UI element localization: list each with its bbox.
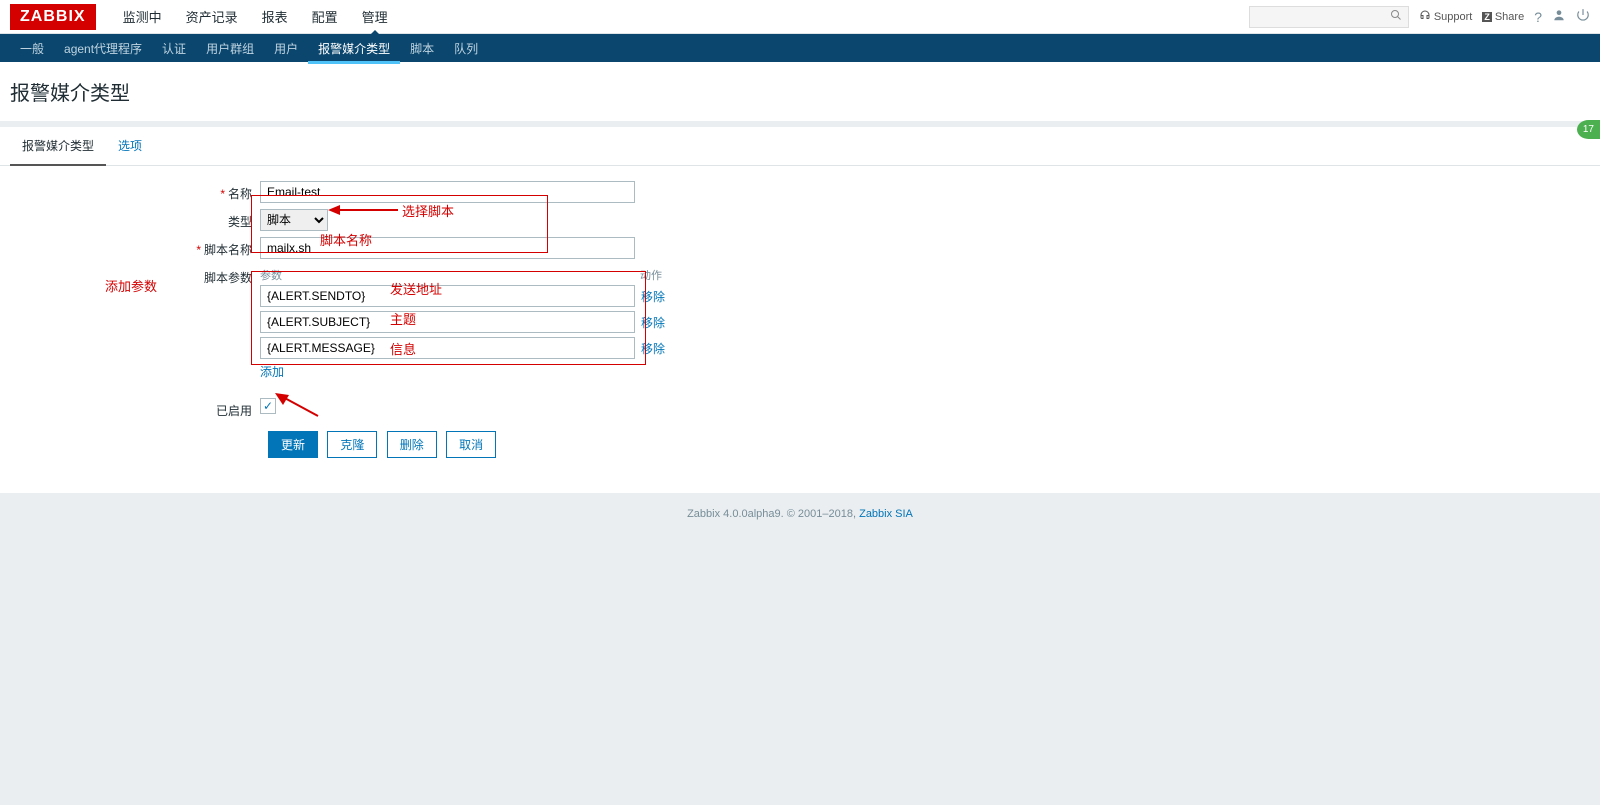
topbar: ZABBIX 监测中 资产记录 报表 配置 管理 Support Z Share… xyxy=(0,0,1600,34)
power-icon[interactable] xyxy=(1576,8,1590,25)
param-row: 移除 xyxy=(260,337,670,359)
content: 报警媒介类型 选项 选择脚本 脚本名称 添加参数 发送地址 主题 信息 *名称 … xyxy=(0,127,1600,493)
scriptname-input[interactable] xyxy=(260,237,635,259)
cancel-button[interactable]: 取消 xyxy=(446,431,496,458)
param-input-2[interactable] xyxy=(260,337,635,359)
params-head-param: 参数 xyxy=(260,267,640,283)
param-input-0[interactable] xyxy=(260,285,635,307)
remove-link-2[interactable]: 移除 xyxy=(641,340,665,357)
form-area: 选择脚本 脚本名称 添加参数 发送地址 主题 信息 *名称 类型 脚本 *脚本名… xyxy=(0,166,1600,473)
params-table: 参数 动作 移除 移除 移除 添加 xyxy=(260,265,670,380)
remove-link-0[interactable]: 移除 xyxy=(641,288,665,305)
row-enabled: 已启用 ✓ xyxy=(10,398,1590,419)
params-head: 参数 动作 xyxy=(260,265,670,285)
float-badge[interactable]: 17 xyxy=(1577,120,1600,139)
label-name: *名称 xyxy=(10,181,260,202)
add-param-link[interactable]: 添加 xyxy=(260,365,284,379)
subnav-proxies[interactable]: agent代理程序 xyxy=(54,33,152,64)
main-nav: 监测中 资产记录 报表 配置 管理 xyxy=(111,0,400,35)
nav-monitoring[interactable]: 监测中 xyxy=(111,0,174,35)
share-link[interactable]: Z Share xyxy=(1482,11,1524,23)
page-title: 报警媒介类型 xyxy=(0,62,1600,121)
support-label: Support xyxy=(1434,11,1473,23)
tab-mediatype[interactable]: 报警媒介类型 xyxy=(10,127,106,166)
param-input-1[interactable] xyxy=(260,311,635,333)
clone-button[interactable]: 克隆 xyxy=(327,431,377,458)
support-link[interactable]: Support xyxy=(1419,9,1473,24)
top-right: Support Z Share ? xyxy=(1249,6,1590,28)
subnav-scripts[interactable]: 脚本 xyxy=(400,33,444,64)
label-type: 类型 xyxy=(10,209,260,230)
subnav-usergroups[interactable]: 用户群组 xyxy=(196,33,264,64)
param-row: 移除 xyxy=(260,285,670,307)
subnav-users[interactable]: 用户 xyxy=(264,33,308,64)
row-scriptname: *脚本名称 xyxy=(10,237,1590,259)
subnav-auth[interactable]: 认证 xyxy=(152,33,196,64)
tab-options[interactable]: 选项 xyxy=(106,127,154,165)
nav-inventory[interactable]: 资产记录 xyxy=(174,0,250,35)
headset-icon xyxy=(1419,9,1431,24)
z-icon: Z xyxy=(1482,12,1492,22)
user-icon[interactable] xyxy=(1552,8,1566,25)
footer-link[interactable]: Zabbix SIA xyxy=(859,508,913,520)
button-row: 更新 克隆 删除 取消 xyxy=(10,431,1590,458)
help-icon[interactable]: ? xyxy=(1534,9,1542,25)
subnav-general[interactable]: 一般 xyxy=(10,33,54,64)
add-param-row: 添加 xyxy=(260,363,670,380)
param-row: 移除 xyxy=(260,311,670,333)
label-params: 脚本参数 xyxy=(10,265,260,286)
row-name: *名称 xyxy=(10,181,1590,203)
search-input[interactable] xyxy=(1249,6,1409,28)
subnav-mediatypes[interactable]: 报警媒介类型 xyxy=(308,33,400,64)
subnav-queue[interactable]: 队列 xyxy=(444,33,488,64)
name-input[interactable] xyxy=(260,181,635,203)
nav-config[interactable]: 配置 xyxy=(300,0,350,35)
share-label: Share xyxy=(1495,11,1524,23)
nav-reports[interactable]: 报表 xyxy=(250,0,300,35)
label-scriptname: *脚本名称 xyxy=(10,237,260,258)
tabs: 报警媒介类型 选项 xyxy=(0,127,1600,166)
logo[interactable]: ZABBIX xyxy=(10,4,96,30)
params-head-action: 动作 xyxy=(640,267,670,283)
delete-button[interactable]: 删除 xyxy=(387,431,437,458)
label-enabled: 已启用 xyxy=(10,398,260,419)
remove-link-1[interactable]: 移除 xyxy=(641,314,665,331)
footer: Zabbix 4.0.0alpha9. © 2001–2018, Zabbix … xyxy=(0,493,1600,535)
nav-admin[interactable]: 管理 xyxy=(350,0,400,35)
search-icon xyxy=(1390,9,1402,24)
type-select[interactable]: 脚本 xyxy=(260,209,328,231)
footer-text: Zabbix 4.0.0alpha9. © 2001–2018, xyxy=(687,508,859,520)
enabled-checkbox-wrap: ✓ xyxy=(260,398,276,414)
row-type: 类型 脚本 xyxy=(10,209,1590,231)
update-button[interactable]: 更新 xyxy=(268,431,318,458)
row-params: 脚本参数 参数 动作 移除 移除 移除 xyxy=(10,265,1590,380)
enabled-checkbox[interactable]: ✓ xyxy=(260,398,276,414)
subnav: 一般 agent代理程序 认证 用户群组 用户 报警媒介类型 脚本 队列 xyxy=(0,34,1600,62)
